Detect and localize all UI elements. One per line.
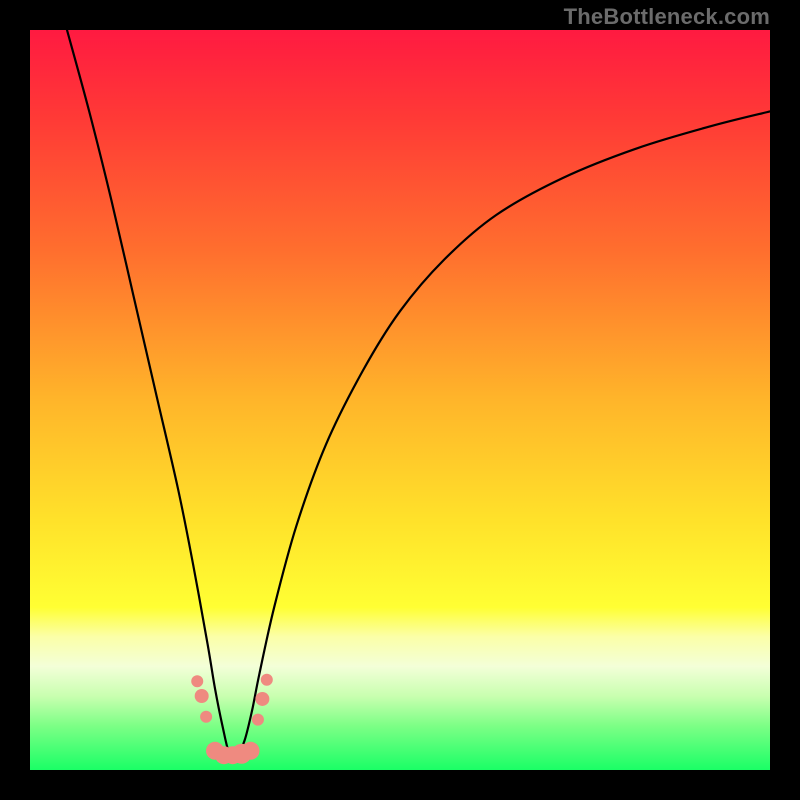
- highlight-marker: [252, 714, 264, 726]
- highlight-marker: [242, 742, 260, 760]
- highlight-marker: [261, 674, 273, 686]
- highlight-marker: [195, 689, 209, 703]
- watermark-text: TheBottleneck.com: [564, 4, 770, 30]
- plot-area: [30, 30, 770, 770]
- bottleneck-chart: [30, 30, 770, 770]
- highlight-marker: [255, 692, 269, 706]
- chart-frame: TheBottleneck.com: [0, 0, 800, 800]
- highlight-marker: [191, 675, 203, 687]
- highlight-marker: [200, 711, 212, 723]
